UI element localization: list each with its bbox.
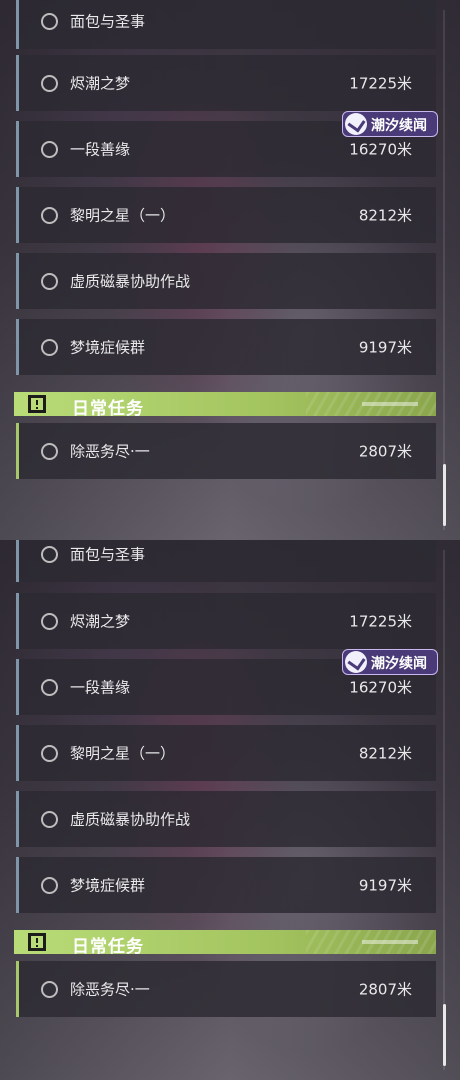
daily-section-header[interactable]: 日常任务	[14, 392, 436, 416]
quest-name: 黎明之星（一）	[70, 744, 176, 763]
quest-distance: 16270米	[349, 140, 412, 159]
quest-name: 面包与圣事	[70, 12, 146, 31]
quest-status-circle-icon	[41, 810, 58, 828]
quest-name: 梦境症候群	[70, 338, 146, 357]
quest-name: 除恶务尽·一	[70, 980, 150, 999]
quest-name: 除恶务尽·一	[70, 442, 150, 461]
quest-item[interactable]: 梦境症候群 9197米	[16, 857, 436, 913]
quest-name: 梦境症候群	[70, 876, 146, 895]
quest-name: 烬潮之梦	[70, 612, 131, 631]
quest-distance: 16270米	[349, 678, 412, 697]
quest-status-circle-icon	[41, 744, 58, 762]
section-decoration	[362, 940, 418, 944]
quest-item[interactable]: 梦境症候群 9197米	[16, 319, 436, 375]
quest-status-circle-icon	[41, 980, 58, 998]
quest-distance: 2807米	[358, 980, 412, 999]
quest-status-circle-icon	[41, 876, 58, 894]
daily-quest-item[interactable]: 除恶务尽·一 2807米	[16, 423, 436, 479]
tide-news-badge[interactable]: 潮汐续闻	[342, 649, 438, 675]
quest-distance: 17225米	[349, 74, 412, 93]
quest-name: 一段善缘	[70, 140, 131, 159]
quest-distance: 17225米	[349, 612, 412, 631]
quest-name: 烬潮之梦	[70, 74, 131, 93]
quest-item[interactable]: 黎明之星（一） 8212米	[16, 187, 436, 243]
section-title: 日常任务	[72, 399, 144, 416]
daily-section-header[interactable]: 日常任务	[14, 930, 436, 954]
quest-panel-bottom: 面包与圣事 烬潮之梦 17225米 一段善缘 16270米 潮汐续闻 黎明之星（…	[0, 540, 460, 1080]
quest-distance: 8212米	[358, 206, 412, 225]
section-decoration	[362, 402, 418, 406]
exclamation-icon	[28, 395, 46, 413]
quest-status-circle-icon	[41, 338, 58, 356]
quest-panel-top: 面包与圣事 烬潮之梦 17225米 一段善缘 16270米 潮汐续闻 黎明之星（…	[0, 0, 460, 540]
quest-status-circle-icon	[41, 272, 58, 290]
quest-item[interactable]: 虚质磁暴协助作战	[16, 253, 436, 309]
quest-name: 虚质磁暴协助作战	[70, 272, 191, 291]
quest-status-circle-icon	[41, 612, 58, 630]
quest-distance: 8212米	[358, 744, 412, 763]
section-title: 日常任务	[72, 937, 144, 954]
quest-status-circle-icon	[41, 442, 58, 460]
badge-label: 潮汐续闻	[371, 656, 427, 672]
tide-logo-icon	[345, 113, 367, 135]
quest-status-circle-icon	[41, 140, 58, 158]
scrollbar-thumb[interactable]	[443, 1004, 446, 1066]
quest-name: 黎明之星（一）	[70, 206, 176, 225]
quest-name: 虚质磁暴协助作战	[70, 810, 191, 829]
quest-status-circle-icon	[41, 74, 58, 92]
quest-name: 面包与圣事	[70, 545, 146, 564]
scrollbar-track[interactable]	[443, 10, 445, 530]
quest-status-circle-icon	[41, 206, 58, 224]
quest-item[interactable]: 黎明之星（一） 8212米	[16, 725, 436, 781]
quest-item[interactable]: 烬潮之梦 17225米	[16, 593, 436, 649]
scrollbar-thumb[interactable]	[443, 464, 446, 526]
quest-distance: 2807米	[358, 442, 412, 461]
tide-news-badge[interactable]: 潮汐续闻	[342, 111, 438, 137]
quest-distance: 9197米	[358, 338, 412, 357]
quest-status-circle-icon	[41, 12, 58, 30]
quest-status-circle-icon	[41, 678, 58, 696]
badge-label: 潮汐续闻	[371, 118, 427, 134]
quest-name: 一段善缘	[70, 678, 131, 697]
daily-quest-item[interactable]: 除恶务尽·一 2807米	[16, 961, 436, 1017]
quest-distance: 9197米	[358, 876, 412, 895]
quest-item[interactable]: 面包与圣事	[16, 540, 436, 582]
quest-item[interactable]: 烬潮之梦 17225米	[16, 55, 436, 111]
quest-status-circle-icon	[41, 545, 58, 563]
quest-item[interactable]: 虚质磁暴协助作战	[16, 791, 436, 847]
scrollbar-track[interactable]	[443, 550, 445, 1070]
tide-logo-icon	[345, 651, 367, 673]
exclamation-icon	[28, 933, 46, 951]
quest-item[interactable]: 面包与圣事	[16, 0, 436, 49]
